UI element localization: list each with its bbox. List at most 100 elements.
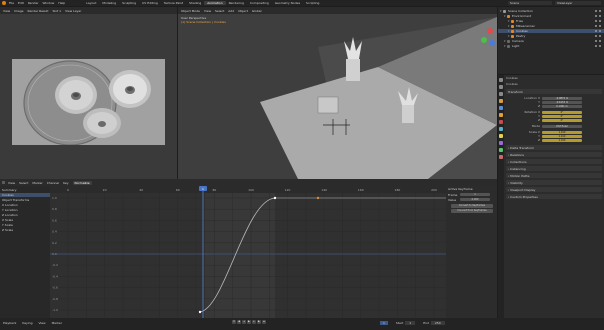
workspace-tab-scripting[interactable]: Scripting bbox=[303, 1, 322, 5]
eye-icon[interactable] bbox=[599, 30, 601, 32]
eye-icon[interactable] bbox=[599, 45, 601, 47]
image-editor[interactable]: View Image Render Result Slot 1 View Layer bbox=[0, 7, 177, 179]
properties-tab-icon[interactable] bbox=[499, 78, 503, 82]
object-name-field[interactable]: Cookies bbox=[506, 76, 602, 80]
active-keyframe-header[interactable]: Active Keyframe bbox=[448, 187, 495, 191]
graph-menu-view[interactable]: View bbox=[8, 181, 15, 185]
playback-button-icon[interactable]: ⏮ bbox=[232, 320, 236, 324]
outliner[interactable]: ▾ Scene Collection ▾ Environment ▾ Fries ▾ Mike… bbox=[498, 7, 604, 74]
3d-viewport[interactable]: Object Mode View Select Add Object Global Use… bbox=[178, 7, 497, 179]
menu-edit[interactable]: Edit bbox=[18, 1, 24, 5]
render-result-image[interactable] bbox=[12, 59, 165, 146]
eye-icon[interactable] bbox=[599, 10, 601, 12]
outliner-row[interactable]: ▾ Environment bbox=[498, 14, 604, 18]
playback-button-icon[interactable]: ⏭ bbox=[262, 320, 266, 324]
checkbox-icon[interactable] bbox=[595, 40, 597, 42]
eye-icon[interactable] bbox=[599, 35, 601, 37]
workspace-tab-rendering[interactable]: Rendering bbox=[226, 1, 247, 5]
viewport-header-view[interactable]: View bbox=[204, 9, 211, 13]
graph-menu-marker[interactable]: Marker bbox=[32, 181, 42, 185]
playback-button-icon[interactable]: ◀ bbox=[237, 320, 241, 324]
playback-button-icon[interactable]: ▶ bbox=[257, 320, 261, 324]
outliner-row[interactable]: ▾ Pastry bbox=[498, 34, 604, 38]
image-header-image[interactable]: Image bbox=[14, 9, 23, 13]
panel-viewport-display[interactable]: › Viewport Display bbox=[506, 187, 602, 192]
graph-menu-channel[interactable]: Channel bbox=[47, 181, 59, 185]
current-frame-field[interactable]: 1 bbox=[380, 321, 388, 325]
properties-tab-icon[interactable] bbox=[499, 113, 503, 117]
convert-from-keyframes-button[interactable]: Convert from Keyframes bbox=[451, 209, 493, 213]
channel-row[interactable]: Object Transforms bbox=[0, 198, 50, 202]
timeline-menu-view[interactable]: View bbox=[38, 321, 45, 325]
eye-icon[interactable] bbox=[599, 20, 601, 22]
panel-collections[interactable]: › Collections bbox=[506, 159, 602, 164]
transform-value-field[interactable]: XYZ Euler bbox=[542, 124, 582, 128]
panel-relations[interactable]: › Relations bbox=[506, 152, 602, 157]
channel-row[interactable]: X Location bbox=[0, 203, 50, 207]
checkbox-icon[interactable] bbox=[595, 30, 597, 32]
properties-tab-icon[interactable] bbox=[499, 85, 503, 89]
properties-editor[interactable]: Cookies Cookies Transform Location X -0.9… bbox=[498, 75, 604, 325]
properties-tab-icon[interactable] bbox=[499, 134, 503, 138]
workspace-tab-texture-paint[interactable]: Texture Paint bbox=[161, 1, 186, 5]
outliner-row[interactable]: ▾ Fries bbox=[498, 19, 604, 23]
transform-value-field[interactable]: 0.1061 m bbox=[542, 104, 582, 108]
graph-menu-key[interactable]: Key bbox=[63, 181, 68, 185]
properties-tab-icon[interactable] bbox=[499, 155, 503, 159]
properties-tab-icon[interactable] bbox=[499, 92, 503, 96]
checkbox-icon[interactable] bbox=[595, 20, 597, 22]
graph-curve-area[interactable]: 0 20 40 60 80 100 120 140 160 180 200 1.0 0.8 0.6 0.4 0… bbox=[50, 186, 446, 318]
convert-to-keyframes-button[interactable]: Convert to Keyframes bbox=[451, 204, 493, 208]
start-field[interactable]: 1 bbox=[405, 321, 416, 325]
properties-tab-icon[interactable] bbox=[499, 99, 503, 103]
workspace-tab-animation[interactable]: Animation bbox=[204, 1, 226, 5]
transform-value-field[interactable]: 1.010 bbox=[542, 138, 582, 142]
menu-render[interactable]: Render bbox=[28, 1, 39, 5]
workspace-tab-compositing[interactable]: Compositing bbox=[247, 1, 272, 5]
checkbox-icon[interactable] bbox=[595, 15, 597, 17]
timeline[interactable]: Playback Keying View Marker ⏮ ◀ ◂ ▶ ▸ ▶ ⏭ 1 Start… bbox=[0, 318, 604, 330]
workspace-tab-geometry-nodes[interactable]: Geometry Nodes bbox=[272, 1, 303, 5]
image-header-view-layer[interactable]: View Layer bbox=[65, 9, 81, 13]
checkbox-icon[interactable] bbox=[595, 25, 597, 27]
transform-panel-header[interactable]: Transform bbox=[506, 89, 602, 94]
outliner-row[interactable]: ▾ Cookies bbox=[498, 29, 604, 33]
panel-custom-properties[interactable]: › Custom Properties bbox=[506, 194, 602, 199]
playback-button-icon[interactable]: ▶ bbox=[247, 320, 251, 324]
end-field[interactable]: 250 bbox=[430, 321, 445, 325]
viewport-header-global[interactable]: Global bbox=[252, 9, 262, 13]
eye-icon[interactable] bbox=[599, 15, 601, 17]
graph-menu-select[interactable]: Select bbox=[19, 181, 28, 185]
workspace-tab-modeling[interactable]: Modeling bbox=[99, 1, 119, 5]
channel-row[interactable]: Z Location bbox=[0, 213, 50, 217]
properties-tab-icon[interactable] bbox=[499, 120, 503, 124]
graph-channel-list[interactable]: Summary Cookies Object Transforms X Locatio… bbox=[0, 186, 50, 318]
channel-row[interactable]: Summary bbox=[0, 188, 50, 192]
playback-button-icon[interactable]: ◂ bbox=[242, 320, 246, 324]
properties-tab-icon[interactable] bbox=[499, 148, 503, 152]
workspace-tab-uv-editing[interactable]: UV Editing bbox=[139, 1, 161, 5]
timeline-menu-marker[interactable]: Marker bbox=[52, 321, 62, 325]
outliner-row[interactable]: ▾ Scene Collection bbox=[498, 9, 604, 13]
workspace-tab-shading[interactable]: Shading bbox=[186, 1, 204, 5]
workspace-tab-sculpting[interactable]: Sculpting bbox=[119, 1, 139, 5]
eye-icon[interactable] bbox=[599, 25, 601, 27]
channel-row[interactable]: X Scale bbox=[0, 218, 50, 222]
outliner-row[interactable]: ▾ Camera bbox=[498, 39, 604, 43]
value-field[interactable]: 0.000 bbox=[460, 198, 490, 201]
viewport-header-object[interactable]: Object bbox=[238, 9, 248, 13]
properties-tab-icon[interactable] bbox=[499, 141, 503, 145]
channel-row[interactable]: Y Scale bbox=[0, 223, 50, 227]
timeline-menu-keying[interactable]: Keying bbox=[22, 321, 32, 325]
transform-value-field[interactable]: 0° bbox=[542, 118, 582, 122]
panel-delta-transform[interactable]: › Delta Transform bbox=[506, 145, 602, 150]
eye-icon[interactable] bbox=[599, 40, 601, 42]
channel-row[interactable]: Cookies bbox=[0, 193, 50, 197]
scene-selector[interactable]: Scene bbox=[508, 1, 552, 5]
normalize-toggle[interactable]: Normalize bbox=[72, 180, 92, 185]
menu-file[interactable]: File bbox=[9, 1, 14, 5]
viewport-header-add[interactable]: Add bbox=[228, 9, 234, 13]
image-header-view[interactable]: View bbox=[3, 9, 10, 13]
checkbox-icon[interactable] bbox=[595, 45, 597, 47]
outliner-row[interactable]: ▾ Mikescanner bbox=[498, 24, 604, 28]
